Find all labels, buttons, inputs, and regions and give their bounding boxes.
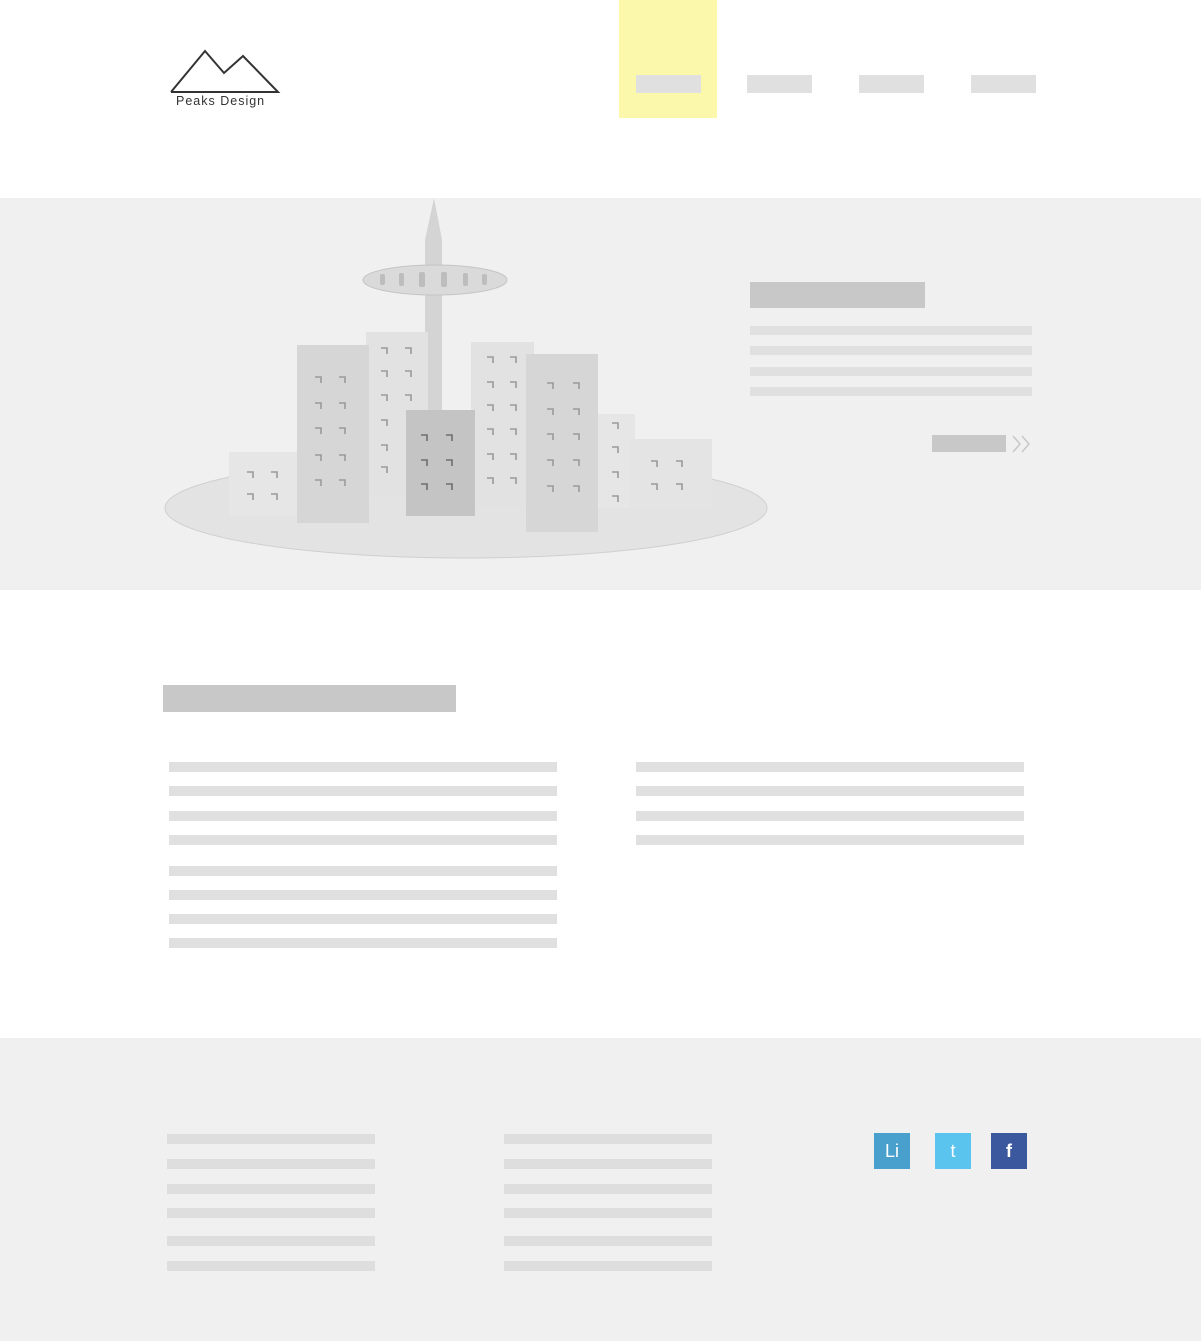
body-text-line [636,762,1024,772]
footer-link[interactable] [504,1184,712,1194]
body-text-line [169,938,557,948]
hero-cta-label-placeholder [932,435,1006,452]
nav-item-2[interactable] [747,75,812,93]
mountain-logo-icon [170,49,281,93]
body-text-line [169,890,557,900]
double-chevron-right-icon [1012,435,1030,453]
hero-text-line [750,346,1032,355]
body-text-line [169,786,557,796]
body-text-line [169,835,557,845]
nav-item-3[interactable] [859,75,924,93]
footer-link[interactable] [167,1236,375,1246]
footer-link[interactable] [167,1134,375,1144]
footer-link[interactable] [167,1261,375,1271]
body-text-line [169,866,557,876]
logo-text: Peaks Design [176,94,266,108]
footer-link[interactable] [504,1159,712,1169]
hero-heading-placeholder [750,282,925,308]
hero-text-line [750,367,1032,376]
body-text-line [636,786,1024,796]
body-text-line [169,811,557,821]
nav-item-1[interactable] [636,75,701,93]
body-text-line [636,811,1024,821]
body-text-line [169,914,557,924]
body-text-line [636,835,1024,845]
linkedin-icon[interactable]: Li [874,1133,910,1169]
hero-text-line [750,387,1032,396]
city-skyline-illustration [164,198,768,559]
footer-link[interactable] [167,1159,375,1169]
section-heading-placeholder [163,685,456,712]
hero-text-line [750,326,1032,335]
footer-link[interactable] [504,1134,712,1144]
nav-item-4[interactable] [971,75,1036,93]
nav-active-highlight [619,0,717,118]
footer-link[interactable] [167,1184,375,1194]
footer-link[interactable] [504,1236,712,1246]
body-text-line [169,762,557,772]
facebook-icon[interactable]: f [991,1133,1027,1169]
footer-link[interactable] [504,1261,712,1271]
hero-cta-button[interactable] [932,434,1034,453]
footer-link[interactable] [167,1208,375,1218]
twitter-icon[interactable]: t [935,1133,971,1169]
footer-link[interactable] [504,1208,712,1218]
